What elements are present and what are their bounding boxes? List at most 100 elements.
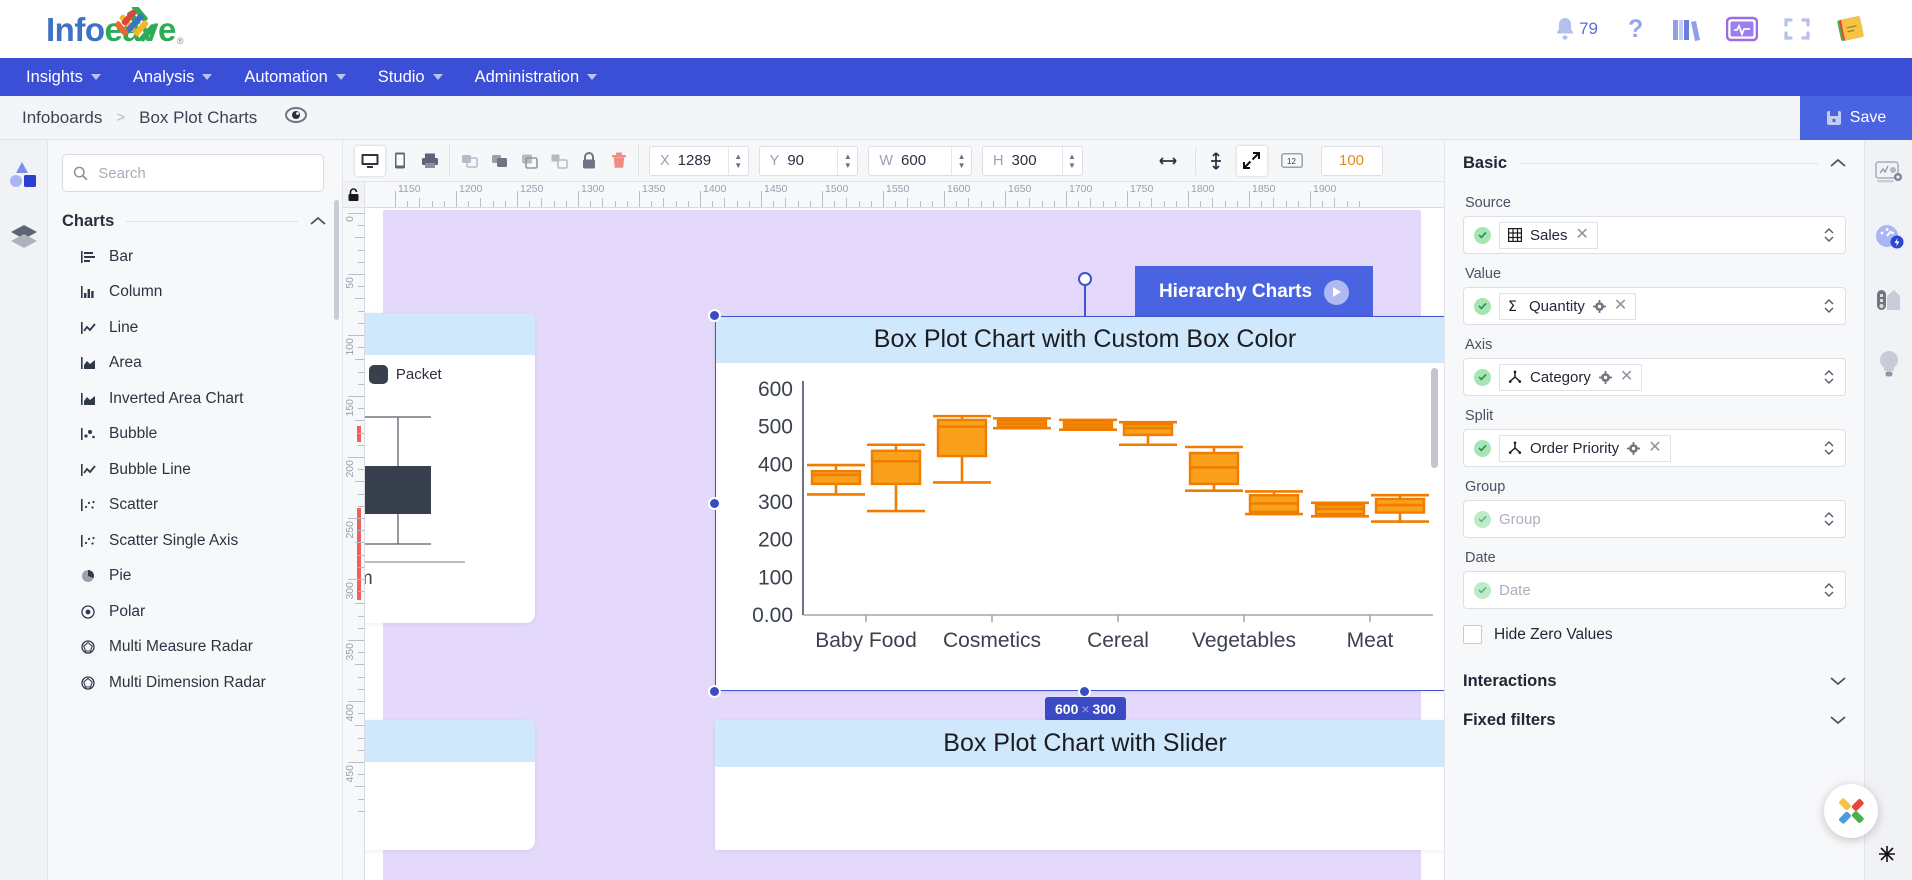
axis-chip[interactable]: Category ✕ bbox=[1499, 363, 1643, 391]
lock-button[interactable] bbox=[574, 146, 604, 176]
width-input[interactable]: W 600 ▲ ▼ bbox=[868, 145, 973, 176]
value-chip[interactable]: Σ Quantity ✕ bbox=[1499, 292, 1637, 320]
help-icon[interactable]: ? bbox=[1624, 15, 1646, 43]
performance-gauge-icon[interactable] bbox=[1874, 223, 1904, 256]
bring-forward-button[interactable] bbox=[454, 146, 484, 176]
board-vertical-scrollbar[interactable] bbox=[1431, 368, 1438, 468]
preview-eye-icon[interactable] bbox=[285, 107, 308, 128]
save-button[interactable]: Save bbox=[1800, 95, 1912, 140]
nav-item-administration[interactable]: Administration bbox=[461, 62, 612, 93]
chart-list-scrollbar[interactable] bbox=[334, 200, 339, 320]
h-stepper[interactable]: ▲ ▼ bbox=[1061, 145, 1082, 176]
chevron-up-icon[interactable] bbox=[310, 213, 326, 231]
color-palette-icon[interactable] bbox=[1874, 286, 1904, 319]
breadcrumb-current[interactable]: Box Plot Charts bbox=[139, 108, 257, 128]
chart-item-bar[interactable]: Bar bbox=[66, 239, 342, 275]
fit-expand-button[interactable] bbox=[1236, 145, 1267, 176]
axis-stepper[interactable] bbox=[1823, 369, 1835, 385]
fixed-filters-accordion[interactable]: Fixed filters bbox=[1463, 703, 1846, 742]
print-view-button[interactable] bbox=[415, 146, 445, 176]
date-stepper[interactable] bbox=[1823, 582, 1835, 598]
align-horizontal-button[interactable] bbox=[1153, 146, 1183, 176]
rotate-handle[interactable] bbox=[1078, 272, 1092, 286]
gear-icon[interactable] bbox=[1598, 370, 1612, 384]
value-stepper[interactable] bbox=[1823, 298, 1835, 314]
chevron-up-icon[interactable] bbox=[1830, 155, 1846, 173]
split-field[interactable]: Order Priority ✕ bbox=[1463, 429, 1846, 467]
height-input[interactable]: H 300 ▲ ▼ bbox=[982, 145, 1083, 176]
chart-item-scatter-single-axis[interactable]: Scatter Single Axis bbox=[66, 523, 342, 559]
x-position-input[interactable]: X 1289 ▲ ▼ bbox=[649, 145, 749, 176]
search-box[interactable] bbox=[62, 154, 324, 192]
group-button[interactable] bbox=[544, 146, 574, 176]
mobile-view-button[interactable] bbox=[385, 146, 415, 176]
delete-button[interactable] bbox=[604, 146, 634, 176]
chart-item-bubble-line[interactable]: Bubble Line bbox=[66, 452, 342, 488]
boxplot-widget[interactable]: Box Plot Chart with Custom Box Color 0.0… bbox=[715, 316, 1444, 691]
chart-item-multi-measure-radar[interactable]: Multi Measure Radar bbox=[66, 630, 342, 666]
close-icon[interactable]: ✕ bbox=[1648, 440, 1661, 456]
interactions-accordion[interactable]: Interactions bbox=[1463, 658, 1846, 703]
source-stepper[interactable] bbox=[1823, 227, 1835, 243]
ruler-corner-lock[interactable] bbox=[343, 182, 365, 208]
chart-item-scatter[interactable]: Scatter bbox=[66, 488, 342, 524]
nav-item-insights[interactable]: Insights bbox=[12, 62, 115, 93]
source-chip[interactable]: Sales ✕ bbox=[1499, 221, 1598, 249]
shapes-icon[interactable] bbox=[9, 160, 39, 193]
close-icon[interactable]: ✕ bbox=[1620, 369, 1633, 385]
axis-field[interactable]: Category ✕ bbox=[1463, 358, 1846, 396]
bottom-boxplot-widget[interactable]: Box Plot Chart with Slider bbox=[715, 720, 1444, 850]
w-stepper[interactable]: ▲ ▼ bbox=[951, 145, 971, 176]
group-stepper[interactable] bbox=[1823, 511, 1835, 527]
group-field[interactable]: Group bbox=[1463, 500, 1846, 538]
close-icon[interactable]: ✕ bbox=[1576, 227, 1589, 243]
grid-size-button[interactable]: 12 bbox=[1277, 146, 1307, 176]
infoboard-canvas[interactable]: Jar Packet edium Hierarchy Charts bbox=[365, 208, 1444, 880]
bell-icon[interactable]: 79 bbox=[1553, 16, 1598, 42]
hierarchy-charts-button[interactable]: Hierarchy Charts bbox=[1135, 266, 1373, 318]
align-vertical-button[interactable] bbox=[1194, 145, 1225, 176]
date-field[interactable]: Date bbox=[1463, 571, 1846, 609]
notebook-icon[interactable] bbox=[1836, 15, 1866, 43]
gear-icon[interactable] bbox=[1592, 299, 1606, 313]
split-chip[interactable]: Order Priority ✕ bbox=[1499, 434, 1671, 462]
chart-item-line[interactable]: Line bbox=[66, 310, 342, 346]
zoom-level-input[interactable]: 100 bbox=[1320, 145, 1383, 176]
resize-handle-tl[interactable] bbox=[708, 309, 721, 322]
chart-item-pie[interactable]: Pie bbox=[66, 559, 342, 595]
close-icon[interactable]: ✕ bbox=[1614, 298, 1627, 314]
y-position-input[interactable]: Y 90 ▲ ▼ bbox=[758, 145, 859, 176]
chart-item-area[interactable]: Area bbox=[66, 346, 342, 382]
layers-icon[interactable] bbox=[9, 223, 39, 256]
chart-item-column[interactable]: Column bbox=[66, 275, 342, 311]
send-backward-button[interactable] bbox=[484, 146, 514, 176]
monitor-pulse-icon[interactable] bbox=[1726, 16, 1758, 42]
chart-item-bubble[interactable]: Bubble bbox=[66, 417, 342, 453]
desktop-view-button[interactable] bbox=[355, 145, 385, 176]
help-assistant-button[interactable] bbox=[1824, 784, 1878, 838]
background-widget-left[interactable]: Jar Packet edium bbox=[365, 313, 535, 623]
library-icon[interactable] bbox=[1672, 16, 1700, 42]
nav-item-analysis[interactable]: Analysis bbox=[119, 62, 226, 93]
resize-handle-ml[interactable] bbox=[708, 497, 721, 510]
duplicate-button[interactable] bbox=[514, 146, 544, 176]
source-field[interactable]: Sales ✕ bbox=[1463, 216, 1846, 254]
hide-zero-checkbox[interactable] bbox=[1463, 625, 1482, 644]
x-stepper[interactable]: ▲ ▼ bbox=[727, 145, 748, 176]
nav-item-studio[interactable]: Studio bbox=[364, 62, 457, 93]
gear-icon[interactable] bbox=[1627, 441, 1641, 455]
hide-zero-row[interactable]: Hide Zero Values bbox=[1463, 625, 1846, 644]
chart-item-multi-dimension-radar[interactable]: Multi Dimension Radar bbox=[66, 665, 342, 701]
breadcrumb-root[interactable]: Infoboards bbox=[22, 108, 102, 128]
nav-item-automation[interactable]: Automation bbox=[230, 62, 359, 93]
fullscreen-icon[interactable] bbox=[1784, 17, 1810, 41]
lightbulb-icon[interactable] bbox=[1875, 349, 1903, 384]
bottom-left-widget[interactable] bbox=[365, 720, 535, 850]
search-input[interactable] bbox=[98, 164, 313, 182]
dashboard-settings-icon[interactable] bbox=[1874, 160, 1904, 193]
chart-item-inverted-area[interactable]: Inverted Area Chart bbox=[66, 381, 342, 417]
resize-handle-bl[interactable] bbox=[708, 685, 721, 698]
app-logo[interactable]: Infoeave ® bbox=[46, 6, 184, 46]
y-stepper[interactable]: ▲ ▼ bbox=[837, 145, 857, 176]
value-field[interactable]: Σ Quantity ✕ bbox=[1463, 287, 1846, 325]
